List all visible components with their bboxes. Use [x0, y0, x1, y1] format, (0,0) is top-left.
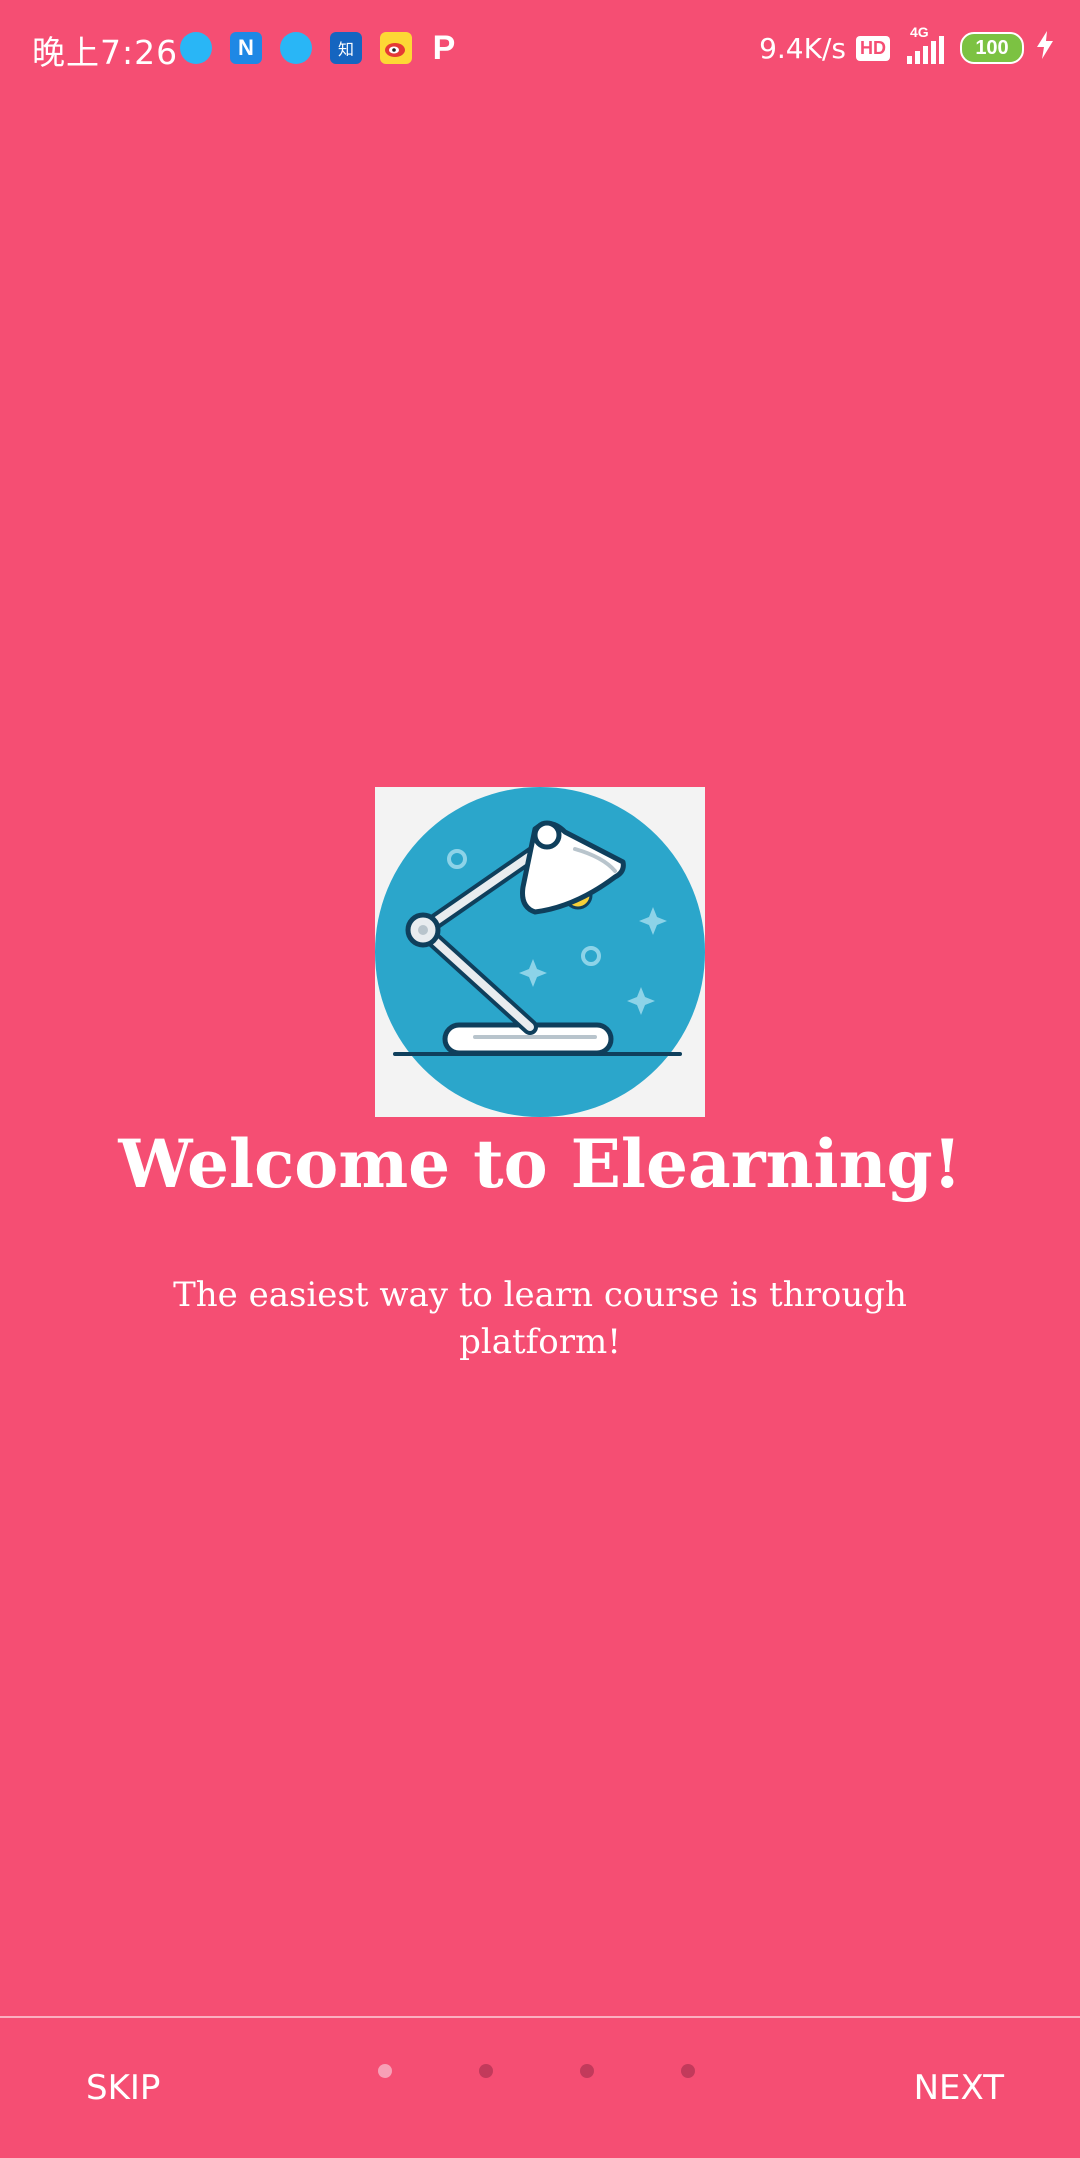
- desk-lamp-icon: [375, 787, 705, 1117]
- page-subtitle: The easiest way to learn course is throu…: [173, 1275, 907, 1362]
- status-indicators: 9.4K/s HD 4G 100: [759, 24, 1054, 70]
- network-speed: 9.4K/s: [759, 31, 846, 65]
- bottom-divider: [0, 2016, 1080, 2018]
- page-dot-2[interactable]: [479, 2064, 493, 2078]
- signal-icon: 4G: [904, 24, 944, 64]
- status-bar: 晚上7:26 N 知 P 9.4K/s HD 4G 100: [0, 0, 1080, 96]
- weibo-icon: [380, 32, 412, 64]
- page-dot-3[interactable]: [580, 2064, 594, 2078]
- bubble-app-icon: [280, 32, 312, 64]
- bolt-icon: [1036, 30, 1054, 66]
- next-button[interactable]: NEXT: [914, 2068, 1004, 2108]
- page-dot-1[interactable]: [378, 2064, 392, 2078]
- n-app-icon: N: [230, 32, 262, 64]
- battery-icon: 100: [960, 32, 1024, 64]
- page-title: Welcome to Elearning!: [118, 1125, 962, 1203]
- hd-badge: HD: [856, 35, 890, 61]
- page-dot-4[interactable]: [681, 2064, 695, 2078]
- zhihu-icon: 知: [330, 32, 362, 64]
- p-app-icon: P: [432, 28, 456, 67]
- status-time: 晚上7:26: [32, 33, 179, 72]
- network-type: 4G: [910, 24, 929, 40]
- page-indicator: [378, 2064, 702, 2080]
- skip-button[interactable]: SKIP: [86, 2068, 160, 2108]
- bubble-app-icon: [180, 32, 212, 64]
